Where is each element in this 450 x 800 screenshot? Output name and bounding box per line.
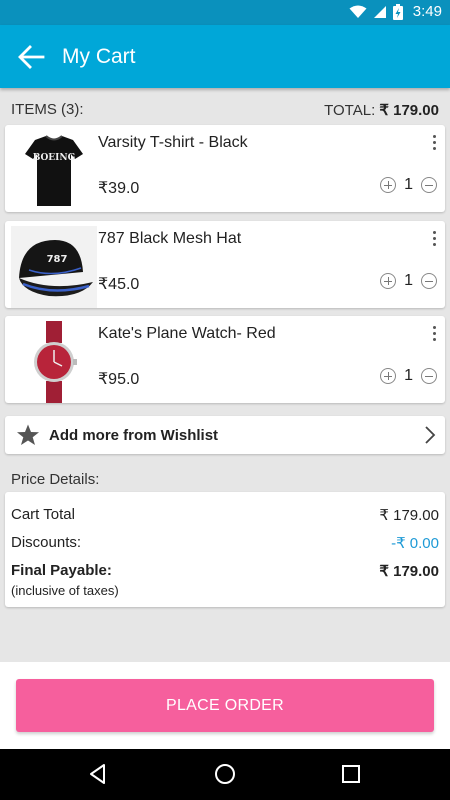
product-image: BOEING bbox=[11, 130, 97, 212]
price-details-card: Cart Total ₹ 179.00 Discounts: -₹ 0.00 F… bbox=[5, 492, 445, 607]
decrease-quantity-icon[interactable] bbox=[421, 273, 437, 289]
product-price: ₹39.0 bbox=[98, 180, 140, 197]
svg-text:787: 787 bbox=[47, 254, 68, 265]
status-time: 3:49 bbox=[412, 3, 442, 20]
more-options-icon[interactable] bbox=[431, 135, 437, 153]
system-nav-bar bbox=[0, 749, 450, 800]
product-price: ₹95.0 bbox=[98, 371, 140, 388]
bottom-action-area: PLACE ORDER bbox=[0, 662, 450, 749]
tax-note: (inclusive of taxes) bbox=[11, 583, 119, 598]
app-bar: My Cart bbox=[0, 25, 450, 88]
increase-quantity-icon[interactable] bbox=[380, 177, 397, 193]
nav-back-icon[interactable] bbox=[87, 763, 109, 785]
cart-item[interactable]: 787 787 Black Mesh Hat ₹45.0 1 bbox=[5, 221, 445, 308]
increase-quantity-icon[interactable] bbox=[380, 368, 397, 384]
battery-charging-icon bbox=[392, 3, 403, 20]
quantity-value: 1 bbox=[404, 367, 413, 384]
cart-item[interactable]: BOEING Varsity T-shirt - Black ₹39.0 1 bbox=[5, 125, 445, 212]
quantity-value: 1 bbox=[404, 272, 413, 289]
star-icon bbox=[17, 424, 39, 445]
more-options-icon[interactable] bbox=[431, 326, 437, 344]
cart-item[interactable]: Kate's Plane Watch- Red ₹95.0 1 bbox=[5, 316, 445, 403]
product-name: 787 Black Mesh Hat bbox=[98, 230, 242, 247]
cart-summary: ITEMS (3): TOTAL: ₹ 179.00 bbox=[11, 99, 439, 121]
product-image bbox=[11, 321, 97, 403]
chevron-right-icon bbox=[425, 426, 436, 444]
final-payable-label: Final Payable: bbox=[11, 562, 112, 579]
wifi-icon bbox=[349, 5, 367, 18]
wishlist-label: Add more from Wishlist bbox=[49, 427, 219, 444]
place-order-button[interactable]: PLACE ORDER bbox=[16, 679, 434, 732]
total-label: TOTAL: bbox=[324, 102, 376, 119]
svg-text:BOEING: BOEING bbox=[33, 153, 76, 163]
increase-quantity-icon[interactable] bbox=[380, 273, 397, 289]
more-options-icon[interactable] bbox=[431, 231, 437, 249]
final-payable-value: ₹ 179.00 bbox=[379, 563, 439, 580]
items-count: ITEMS (3): bbox=[11, 101, 84, 118]
quantity-stepper: 1 bbox=[380, 272, 437, 290]
arrow-left-icon[interactable] bbox=[16, 44, 46, 70]
product-name: Varsity T-shirt - Black bbox=[98, 134, 248, 151]
decrease-quantity-icon[interactable] bbox=[421, 368, 437, 384]
product-image: 787 bbox=[11, 226, 97, 308]
decrease-quantity-icon[interactable] bbox=[421, 177, 437, 193]
discounts-label: Discounts: bbox=[11, 534, 82, 551]
signal-icon bbox=[373, 5, 386, 18]
total-value: ₹ 179.00 bbox=[379, 102, 439, 119]
product-price: ₹45.0 bbox=[98, 276, 140, 293]
status-bar: 3:49 bbox=[0, 0, 450, 25]
page-title: My Cart bbox=[62, 45, 136, 68]
status-icons: 3:49 bbox=[349, 3, 442, 20]
product-name: Kate's Plane Watch- Red bbox=[98, 325, 276, 342]
nav-recents-icon[interactable] bbox=[340, 763, 362, 785]
add-from-wishlist-button[interactable]: Add more from Wishlist bbox=[5, 416, 445, 454]
discounts-value: -₹ 0.00 bbox=[391, 535, 439, 552]
price-details-title: Price Details: bbox=[11, 471, 100, 488]
cart-total-label: Cart Total bbox=[11, 506, 75, 523]
quantity-stepper: 1 bbox=[380, 176, 437, 194]
quantity-stepper: 1 bbox=[380, 367, 437, 385]
nav-home-icon[interactable] bbox=[214, 763, 236, 785]
cart-total-summary: TOTAL: ₹ 179.00 bbox=[324, 101, 439, 119]
cart-total-value: ₹ 179.00 bbox=[379, 507, 439, 524]
quantity-value: 1 bbox=[404, 176, 413, 193]
